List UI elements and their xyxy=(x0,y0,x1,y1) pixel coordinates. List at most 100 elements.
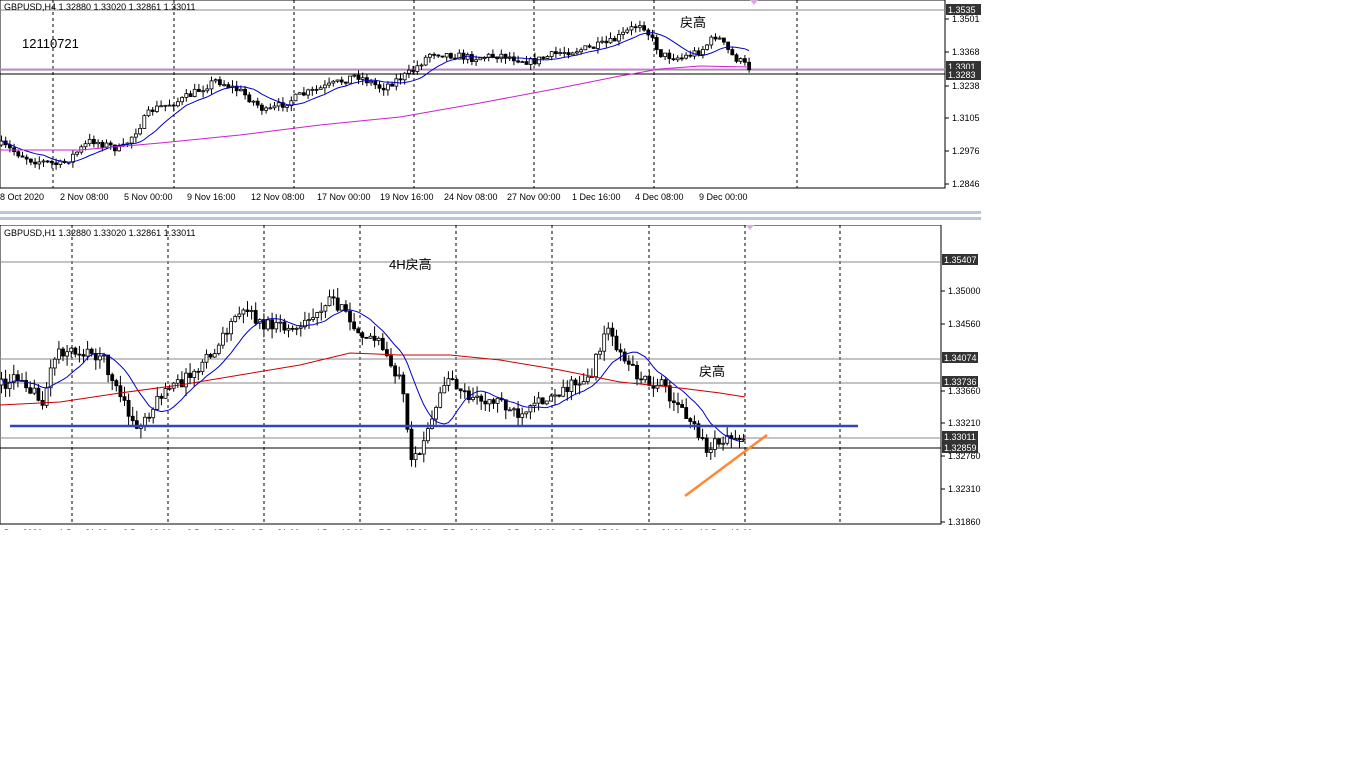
h1-candle-body xyxy=(167,387,172,390)
h1-candle-body xyxy=(585,376,590,382)
h4-candle-body xyxy=(369,80,374,84)
chart-area[interactable]: GBPUSD,H4 1.32880 1.33020 1.32861 1.3301… xyxy=(0,0,981,530)
h1-candle-body xyxy=(688,418,693,422)
h1-candle-body xyxy=(573,379,578,386)
h4-candle-body xyxy=(675,57,680,61)
h4-candle-body xyxy=(554,51,558,55)
h4-candle-body xyxy=(222,84,227,87)
h1-candle-body xyxy=(356,328,361,334)
h4-candle-body xyxy=(45,160,50,163)
h4-candle-body xyxy=(726,41,730,50)
h4-candle-body xyxy=(722,37,726,43)
h1-candle-body xyxy=(475,395,480,398)
h1-candle-body xyxy=(544,400,549,405)
h4-candle-body xyxy=(520,61,525,64)
h1-candle-body xyxy=(647,375,652,386)
h1-candle-body xyxy=(315,312,320,318)
h4-chart-panel[interactable]: GBPUSD,H4 1.32880 1.33020 1.32861 1.3301… xyxy=(0,0,981,207)
h4-candle-body xyxy=(411,69,416,72)
h1-candle-body xyxy=(118,385,123,398)
h1-candle-body xyxy=(241,309,246,315)
h4-ytick-label: 1.2976 xyxy=(952,146,980,156)
h1-candle-body xyxy=(491,399,496,404)
h4-candle-body xyxy=(696,50,701,56)
h1-candle-body xyxy=(413,453,418,461)
h1-candle-body xyxy=(717,438,721,445)
h1-price-tag: 1.33011 xyxy=(942,431,978,442)
h1-candle-body xyxy=(532,402,537,406)
h1-candle-body xyxy=(196,370,201,373)
h4-candle-body xyxy=(629,26,634,31)
h4-candle-body xyxy=(276,102,281,107)
h1-annotation-recovery-high: 戻高 xyxy=(699,364,725,379)
h4-ytick-label: 1.2846 xyxy=(952,179,980,189)
h1-candle-body xyxy=(159,395,164,399)
h4-candle-body xyxy=(343,81,348,84)
h4-candle-body xyxy=(188,93,193,97)
h4-candle-body xyxy=(16,151,21,157)
h1-candle-body xyxy=(286,327,291,331)
h1-candle-body xyxy=(536,397,541,404)
h1-candle-body xyxy=(98,355,102,361)
h1-candle-body xyxy=(372,335,377,341)
h1-price-tag-label: 1.33011 xyxy=(944,432,976,442)
h1-ytick-label: 1.33660 xyxy=(948,386,981,396)
h1-candle-body xyxy=(323,305,328,312)
h1-candle-body xyxy=(216,344,221,354)
h1-candle-body xyxy=(618,349,623,353)
h4-xtick-label: 2 Nov 08:00 xyxy=(60,192,109,202)
h1-candle-body xyxy=(253,310,258,324)
h4-candle-body xyxy=(587,45,592,48)
h1-xtick-label: 1 Dec 21:00 xyxy=(59,528,108,530)
h4-candle-body xyxy=(663,52,667,58)
h1-candle-body xyxy=(52,358,57,369)
h4-candle-body xyxy=(58,160,63,165)
h4-candle-body xyxy=(596,41,600,49)
h1-candle-body xyxy=(61,348,65,357)
h1-candle-body xyxy=(471,396,475,400)
h4-candle-body xyxy=(734,54,739,62)
h4-candle-body xyxy=(474,59,479,63)
h1-candle-body xyxy=(69,347,74,353)
h1-candle-body xyxy=(639,378,643,381)
h4-candle-body xyxy=(625,29,630,33)
h1-xtick-label: 9 Dec 05:00 xyxy=(571,528,620,530)
panel-separator[interactable] xyxy=(0,207,981,225)
h4-xtick-label: 24 Nov 08:00 xyxy=(444,192,498,202)
h4-candle-body xyxy=(213,79,218,82)
separator-line-top xyxy=(0,211,981,214)
h1-candle-body xyxy=(672,400,676,404)
h1-ytick-label: 1.33210 xyxy=(948,418,981,428)
h1-candle-body xyxy=(290,327,295,330)
h4-candle-body xyxy=(37,161,42,165)
h1-candle-body xyxy=(89,348,94,354)
h4-candle-body xyxy=(717,37,722,40)
h1-xtick-label: 7 Dec 05:00 xyxy=(379,528,428,530)
h4-candle-body xyxy=(398,78,403,81)
h1-candle-body xyxy=(85,348,90,357)
h4-candle-body xyxy=(150,109,155,112)
h1-candle-body xyxy=(15,374,20,381)
h1-candle-body xyxy=(676,402,680,405)
h1-candle-body xyxy=(635,365,639,380)
h4-candle-body xyxy=(41,160,46,163)
h1-candle-body xyxy=(528,405,533,413)
h1-candle-body xyxy=(380,337,385,351)
h1-candle-body xyxy=(721,442,725,445)
h1-candle-body xyxy=(282,321,287,331)
h4-candle-body xyxy=(499,53,504,60)
h1-xtick-label: 3 Dec 05:00 xyxy=(187,528,236,530)
h1-ytick-label: 1.32310 xyxy=(948,484,981,494)
h4-xtick-label: 17 Nov 00:00 xyxy=(317,192,371,202)
h1-candle-body xyxy=(614,335,619,351)
h4-candle-body xyxy=(633,26,638,29)
h4-candle-body xyxy=(713,36,718,40)
h1-candle-body xyxy=(520,413,525,418)
h1-symbol-header: GBPUSD,H1 1.32880 1.33020 1.32861 1.3301… xyxy=(4,228,195,238)
h1-chart-panel[interactable]: GBPUSD,H1 1.32880 1.33020 1.32861 1.3301… xyxy=(0,225,981,530)
h1-candle-body xyxy=(364,336,369,339)
h4-candle-body xyxy=(226,84,231,88)
h1-candle-body xyxy=(503,399,508,411)
h4-candle-body xyxy=(171,104,176,107)
h1-candle-body xyxy=(368,335,373,339)
